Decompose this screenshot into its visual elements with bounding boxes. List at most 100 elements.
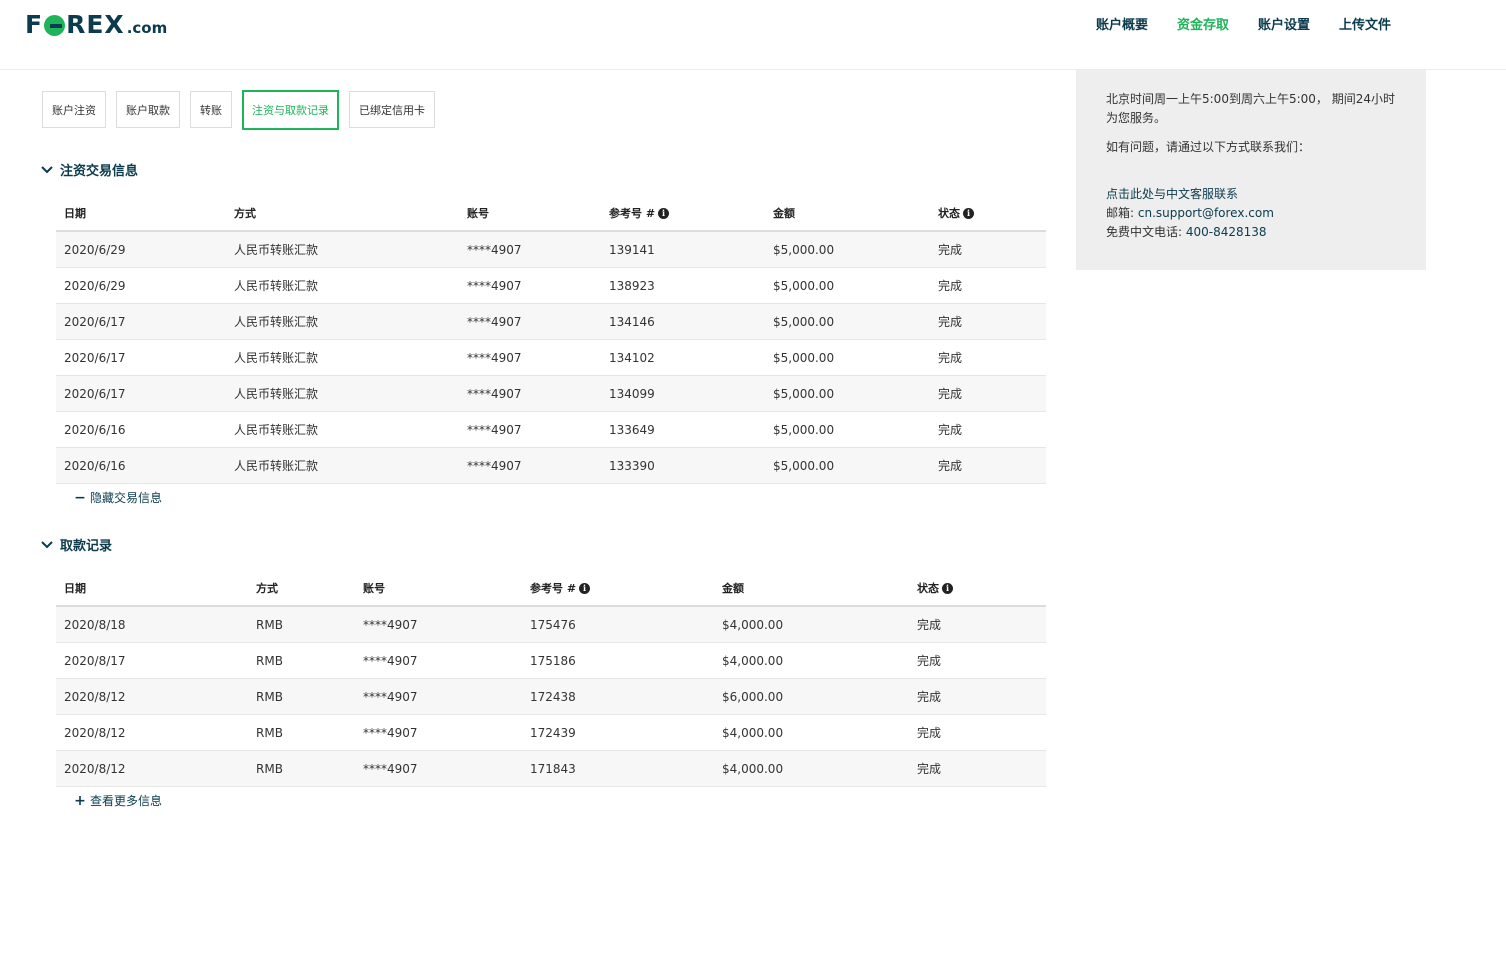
cell-account: ****4907	[459, 339, 601, 376]
nav-account-overview[interactable]: 账户概要	[1096, 17, 1148, 35]
cell-amount: $5,000.00	[765, 447, 930, 484]
cell-reference: 134146	[601, 303, 765, 340]
cell-amount: $6,000.00	[714, 678, 909, 715]
show-more-link[interactable]: + 查看更多信息	[74, 792, 162, 809]
tab-withdraw[interactable]: 账户取款	[116, 91, 180, 128]
chat-support-link[interactable]: 点击此处与中文客服联系	[1106, 187, 1238, 201]
phone-link[interactable]: 400-8428138	[1186, 225, 1267, 239]
top-nav: 账户概要 资金存取 账户设置 上传文件	[1096, 17, 1420, 35]
hide-transactions-link[interactable]: − 隐藏交易信息	[74, 489, 162, 506]
cell-status: 完成	[909, 678, 1046, 715]
cell-date: 2020/8/17	[56, 642, 248, 679]
site-header: F REX .com 账户概要 资金存取 账户设置 上传文件	[0, 0, 1506, 70]
cell-date: 2020/6/17	[56, 339, 226, 376]
table-row: 2020/6/17 人民币转账汇款 ****4907 134102 $5,000.00 完…	[56, 339, 1046, 376]
phone-line: 免费中文电话: 400-8428138	[1106, 223, 1396, 242]
cell-amount: $5,000.00	[765, 339, 930, 376]
col-amount: 金额	[765, 195, 930, 232]
table-row: 2020/6/29 人民币转账汇款 ****4907 139141 $5,000.00 完…	[56, 231, 1046, 268]
cell-reference: 172438	[522, 678, 714, 715]
cell-amount: $4,000.00	[714, 714, 909, 751]
cell-account: ****4907	[459, 411, 601, 448]
cell-date: 2020/8/12	[56, 714, 248, 751]
table-header-row: 日期 方式 账号 参考号 # i 金额 状态 i	[56, 570, 1046, 607]
cell-method: 人民币转账汇款	[226, 411, 459, 448]
withdraw-section-header[interactable]: 取款记录	[40, 535, 112, 554]
cell-date: 2020/6/16	[56, 411, 226, 448]
table-row: 2020/6/29 人民币转账汇款 ****4907 138923 $5,000.00 完…	[56, 267, 1046, 304]
info-circle-icon[interactable]: i	[579, 583, 591, 594]
cell-account: ****4907	[459, 303, 601, 340]
col-reference-label: 参考号 #	[530, 581, 577, 595]
nav-upload-files[interactable]: 上传文件	[1339, 17, 1391, 35]
cell-status: 完成	[909, 642, 1046, 679]
cell-account: ****4907	[459, 267, 601, 304]
cell-account: ****4907	[459, 375, 601, 412]
cell-reference: 175476	[522, 606, 714, 643]
table-row: 2020/8/12 RMB ****4907 172438 $6,000.00 完成	[56, 678, 1046, 715]
table-row: 2020/8/12 RMB ****4907 171843 $4,000.00 完成	[56, 750, 1046, 787]
col-date: 日期	[56, 195, 226, 232]
chevron-down-icon	[41, 540, 53, 548]
minus-icon: −	[74, 489, 86, 506]
table-header-row: 日期 方式 账号 参考号 # i 金额 状态 i	[56, 195, 1046, 232]
forex-logo[interactable]: F REX .com	[25, 10, 167, 40]
cell-method: RMB	[248, 606, 355, 643]
table-row: 2020/6/17 人民币转账汇款 ****4907 134099 $5,000.00 完…	[56, 375, 1046, 412]
nav-account-settings[interactable]: 账户设置	[1258, 17, 1310, 35]
table-row: 2020/8/17 RMB ****4907 175186 $4,000.00 完成	[56, 642, 1046, 679]
col-status-label: 状态	[938, 206, 960, 220]
deposit-table: 日期 方式 账号 参考号 # i 金额 状态 i 2020/6/29 人民币转账汇款 *…	[56, 195, 1046, 484]
tab-linked-cards[interactable]: 已绑定信用卡	[349, 91, 435, 128]
cell-status: 完成	[930, 411, 1046, 448]
cell-reference: 171843	[522, 750, 714, 787]
info-circle-icon[interactable]: i	[658, 208, 670, 219]
cell-amount: $5,000.00	[765, 303, 930, 340]
cell-method: 人民币转账汇款	[226, 267, 459, 304]
cell-status: 完成	[930, 447, 1046, 484]
cell-reference: 134099	[601, 375, 765, 412]
cell-date: 2020/8/12	[56, 750, 248, 787]
cell-method: RMB	[248, 714, 355, 751]
email-label: 邮箱:	[1106, 206, 1138, 220]
info-circle-icon[interactable]: i	[942, 583, 953, 594]
col-method: 方式	[226, 195, 459, 232]
plus-icon: +	[74, 792, 86, 809]
cell-status: 完成	[930, 339, 1046, 376]
cell-status: 完成	[930, 267, 1046, 304]
cell-amount: $4,000.00	[714, 642, 909, 679]
cell-amount: $5,000.00	[765, 375, 930, 412]
contact-intro-text: 如有问题，请通过以下方式联系我们：	[1106, 140, 1311, 154]
email-link[interactable]: cn.support@forex.com	[1138, 206, 1274, 220]
col-date: 日期	[56, 570, 248, 607]
show-more-label: 查看更多信息	[90, 794, 163, 808]
cell-date: 2020/6/17	[56, 303, 226, 340]
tab-deposit[interactable]: 账户注资	[42, 91, 106, 128]
table-row: 2020/8/18 RMB ****4907 175476 $4,000.00 完成	[56, 606, 1046, 643]
nav-funding[interactable]: 资金存取	[1177, 17, 1229, 35]
info-circle-icon[interactable]: i	[963, 208, 974, 219]
cell-status: 完成	[909, 714, 1046, 751]
cell-account: ****4907	[459, 447, 601, 484]
tab-history[interactable]: 注资与取款记录	[242, 90, 339, 130]
cell-date: 2020/6/17	[56, 375, 226, 412]
col-status: 状态 i	[909, 570, 1046, 607]
cell-date: 2020/6/16	[56, 447, 226, 484]
deposit-section-header[interactable]: 注资交易信息	[40, 160, 138, 179]
cell-reference: 139141	[601, 231, 765, 268]
cell-method: 人民币转账汇款	[226, 447, 459, 484]
cell-status: 完成	[930, 375, 1046, 412]
email-line: 邮箱: cn.support@forex.com	[1106, 204, 1396, 223]
cell-status: 完成	[909, 606, 1046, 643]
col-reference-label: 参考号 #	[609, 206, 656, 220]
service-hours-text: 北京时间周一上午5:00到周六上午5:00， 期间24小时为您服务。	[1106, 92, 1395, 125]
table-row: 2020/6/16 人民币转账汇款 ****4907 133649 $5,000.00 完…	[56, 411, 1046, 448]
cell-method: RMB	[248, 642, 355, 679]
cell-reference: 134102	[601, 339, 765, 376]
tab-transfer[interactable]: 转账	[190, 91, 232, 128]
cell-date: 2020/6/29	[56, 231, 226, 268]
cell-amount: $4,000.00	[714, 750, 909, 787]
cell-status: 完成	[930, 231, 1046, 268]
deposit-section-title: 注资交易信息	[60, 164, 139, 179]
col-amount: 金额	[714, 570, 909, 607]
